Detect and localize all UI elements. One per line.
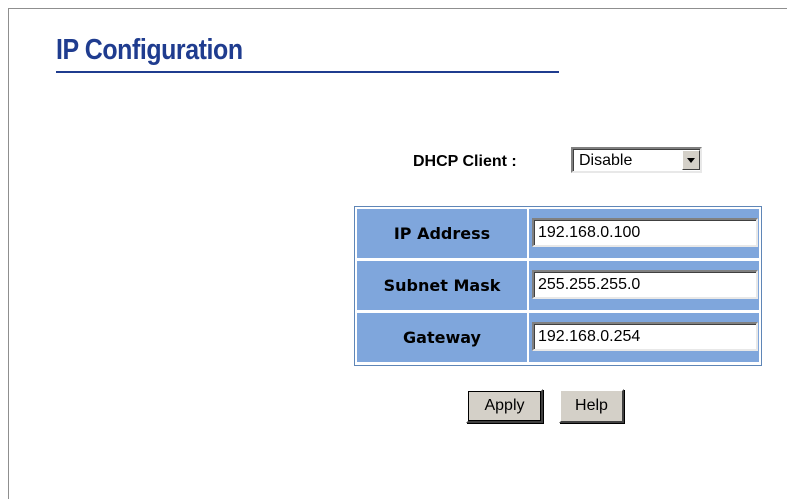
subnet-mask-label: Subnet Mask xyxy=(357,261,527,310)
gateway-input[interactable] xyxy=(532,322,758,351)
dhcp-client-label: DHCP Client : xyxy=(413,153,517,170)
ip-address-cell xyxy=(529,209,759,258)
dropdown-button[interactable] xyxy=(682,150,700,170)
ip-address-input[interactable] xyxy=(532,218,758,247)
select-frame: Disable xyxy=(573,149,700,171)
dhcp-client-select[interactable]: Disable xyxy=(571,147,702,173)
subnet-mask-input[interactable] xyxy=(532,270,758,299)
chevron-down-icon xyxy=(687,158,695,163)
ip-settings-table: IP Address Subnet Mask Gateway xyxy=(354,206,762,366)
table-row: IP Address xyxy=(355,209,761,260)
ip-address-label: IP Address xyxy=(357,209,527,258)
dhcp-client-value: Disable xyxy=(579,152,633,169)
table-row: Gateway xyxy=(355,313,761,364)
subnet-mask-cell xyxy=(529,261,759,310)
title-underline xyxy=(56,71,559,73)
gateway-cell xyxy=(529,313,759,362)
help-button[interactable]: Help xyxy=(559,389,624,423)
gateway-label: Gateway xyxy=(357,313,527,362)
apply-button[interactable]: Apply xyxy=(466,389,543,423)
table-row: Subnet Mask xyxy=(355,261,761,312)
content-frame: IP Configuration DHCP Client : Disable I… xyxy=(8,8,787,499)
page-title: IP Configuration xyxy=(56,34,243,66)
